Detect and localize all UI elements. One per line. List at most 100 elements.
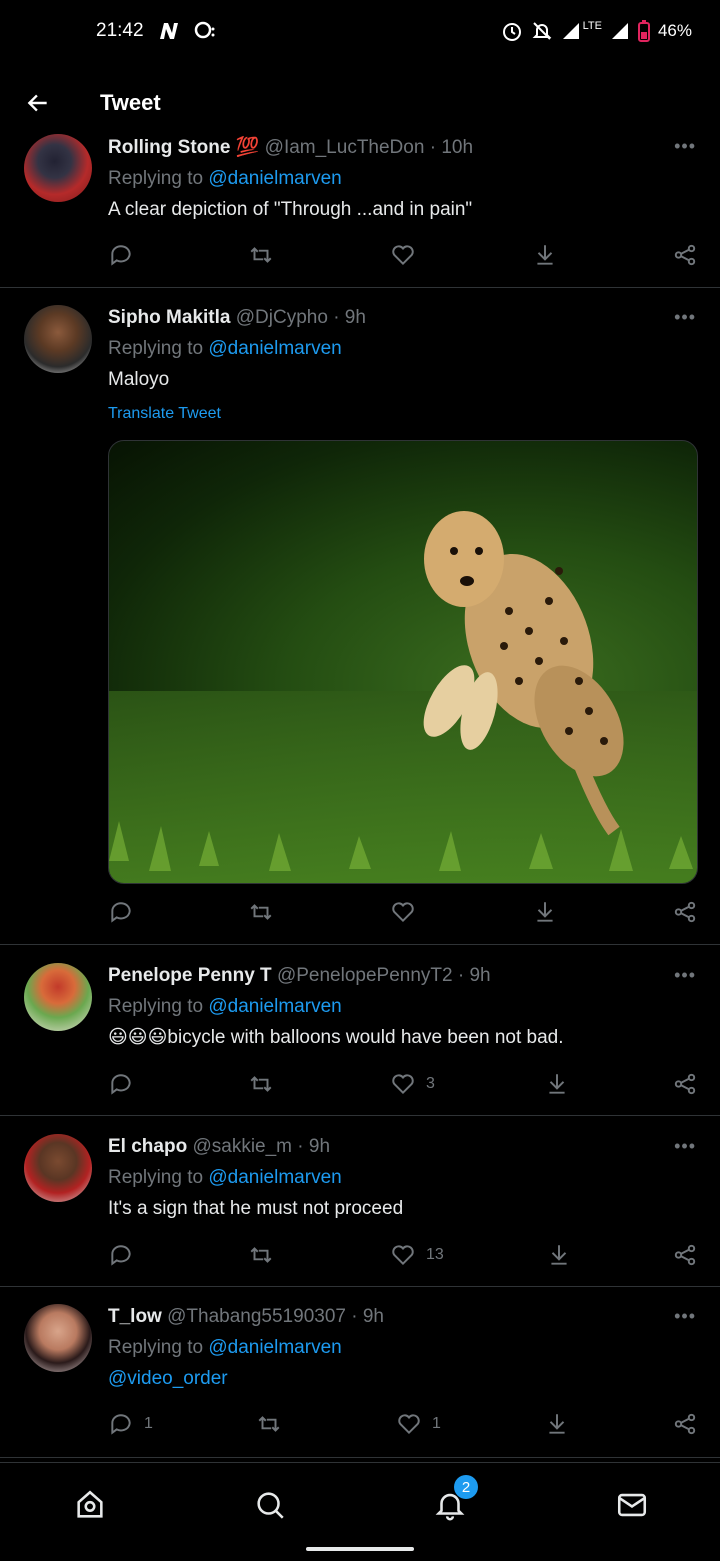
reply-count: 1 xyxy=(144,1415,153,1432)
tweet-text: A clear depiction of "Through ...and in … xyxy=(108,199,473,220)
nav-home[interactable] xyxy=(68,1483,112,1527)
retweet-icon xyxy=(258,1416,280,1432)
retweet-button[interactable] xyxy=(248,1071,284,1097)
mention-link[interactable]: @danielmarven xyxy=(208,338,341,359)
mention-link[interactable]: @danielmarven xyxy=(208,168,341,189)
mention-link[interactable]: @danielmarven xyxy=(208,1167,341,1188)
handle[interactable]: @PenelopePennyT2 xyxy=(277,965,453,986)
replying-label: Replying to xyxy=(108,338,204,359)
nav-notifications[interactable]: 2 xyxy=(428,1475,478,1527)
retweet-button[interactable] xyxy=(248,1242,284,1268)
retweet-button[interactable] xyxy=(248,242,284,268)
tweet-actions: 3 xyxy=(108,1071,700,1101)
replying-to: Replying to @danielmarven xyxy=(108,993,696,1021)
mention-link[interactable]: @danielmarven xyxy=(208,1337,341,1358)
avatar[interactable] xyxy=(24,1304,92,1372)
heart-icon xyxy=(392,902,414,923)
display-name[interactable]: T_low xyxy=(108,1306,162,1327)
share-icon xyxy=(674,1073,696,1095)
hundred-emoji: 💯 xyxy=(235,137,265,158)
share-icon xyxy=(674,1413,696,1435)
retweet-icon xyxy=(250,904,272,920)
like-button[interactable]: 13 xyxy=(390,1242,444,1268)
status-time: 21:42 xyxy=(96,20,144,41)
tweet-header: Tweet xyxy=(0,72,720,134)
reply-button[interactable] xyxy=(108,242,144,268)
tweet[interactable]: ••• Penelope Penny T @PenelopePennyT2 · … xyxy=(0,945,720,1116)
tweet[interactable]: ••• T_low @Thabang55190307 · 9h Replying… xyxy=(0,1287,720,1458)
share-button[interactable] xyxy=(672,1411,698,1437)
reply-button[interactable] xyxy=(108,1242,144,1268)
retweet-button[interactable] xyxy=(248,899,284,925)
translate-tweet-link[interactable]: Translate Tweet xyxy=(108,405,696,423)
back-button[interactable] xyxy=(16,81,60,125)
back-arrow-icon xyxy=(27,94,47,112)
handle[interactable]: @Iam_LucTheDon xyxy=(265,137,425,158)
reply-button[interactable]: 1 xyxy=(108,1411,153,1437)
tweet-image[interactable] xyxy=(108,440,698,884)
share-button[interactable] xyxy=(672,899,698,925)
avatar[interactable] xyxy=(24,1134,92,1202)
mail-icon xyxy=(617,1493,647,1517)
download-button[interactable] xyxy=(532,899,558,925)
tweet-actions xyxy=(108,899,700,929)
display-name[interactable]: Sipho Makitla xyxy=(108,307,230,328)
tweet-actions: 1 1 xyxy=(108,1411,700,1441)
share-button[interactable] xyxy=(672,1071,698,1097)
tweet-meta: Rolling Stone 💯 @Iam_LucTheDon · 10h xyxy=(108,137,474,158)
reply-icon xyxy=(111,902,131,923)
alarm-icon xyxy=(501,20,523,42)
heart-icon xyxy=(392,1074,414,1095)
share-button[interactable] xyxy=(672,242,698,268)
replying-to: Replying to @danielmarven xyxy=(108,1334,696,1362)
retweet-icon xyxy=(250,247,272,263)
download-icon xyxy=(549,1074,565,1094)
display-name[interactable]: Penelope Penny T xyxy=(108,965,272,986)
timestamp: 9h xyxy=(362,1306,384,1327)
download-button[interactable] xyxy=(544,1071,570,1097)
timestamp: 9h xyxy=(308,1136,331,1157)
download-button[interactable] xyxy=(544,1411,570,1437)
avatar[interactable] xyxy=(24,305,92,373)
display-name[interactable]: El chapo xyxy=(108,1136,187,1157)
chat-bubble-icon xyxy=(194,21,216,41)
download-icon xyxy=(537,902,553,922)
timestamp: 9h xyxy=(469,965,491,986)
replying-to: Replying to @danielmarven xyxy=(108,1164,696,1192)
download-icon xyxy=(551,1245,567,1265)
tweet-text: It's a sign that he must not proceed xyxy=(108,1198,404,1219)
home-indicator[interactable] xyxy=(306,1547,414,1551)
retweet-button[interactable] xyxy=(256,1411,292,1437)
tweet-meta: Sipho Makitla @DjCypho · 9h xyxy=(108,307,366,328)
tweet[interactable]: ••• Sipho Makitla @DjCypho · 9h Replying… xyxy=(0,288,720,945)
display-name[interactable]: Rolling Stone xyxy=(108,137,230,158)
handle[interactable]: @sakkie_m xyxy=(192,1136,292,1157)
nav-search[interactable] xyxy=(248,1483,292,1527)
tweet-actions: 13 xyxy=(108,1242,700,1272)
nav-messages[interactable] xyxy=(610,1483,654,1527)
like-button[interactable] xyxy=(390,242,426,268)
download-button[interactable] xyxy=(546,1242,572,1268)
tweet-text-mention[interactable]: @video_order xyxy=(108,1364,696,1394)
replying-label: Replying to xyxy=(108,1167,204,1188)
like-button[interactable]: 1 xyxy=(396,1411,441,1437)
avatar[interactable] xyxy=(24,134,92,202)
reply-icon xyxy=(111,245,131,266)
battery-icon xyxy=(637,20,650,42)
lte-label: LTE xyxy=(582,20,602,32)
mention-link[interactable]: @danielmarven xyxy=(208,996,341,1017)
timestamp: 10h xyxy=(441,137,474,158)
handle[interactable]: @DjCypho xyxy=(236,307,328,328)
tweet[interactable]: ••• Rolling Stone 💯 @Iam_LucTheDon · 10h… xyxy=(0,120,720,288)
like-button[interactable] xyxy=(390,899,426,925)
download-button[interactable] xyxy=(532,242,558,268)
like-button[interactable]: 3 xyxy=(390,1071,435,1097)
tweet-text: 😃😃😃bicycle with balloons would have been… xyxy=(108,1027,564,1048)
reply-button[interactable] xyxy=(108,899,144,925)
avatar[interactable] xyxy=(24,963,92,1031)
share-button[interactable] xyxy=(672,1242,698,1268)
replying-label: Replying to xyxy=(108,996,204,1017)
reply-button[interactable] xyxy=(108,1071,144,1097)
tweet[interactable]: ••• El chapo @sakkie_m · 9h Replying to … xyxy=(0,1116,720,1287)
handle[interactable]: @Thabang55190307 xyxy=(167,1306,346,1327)
